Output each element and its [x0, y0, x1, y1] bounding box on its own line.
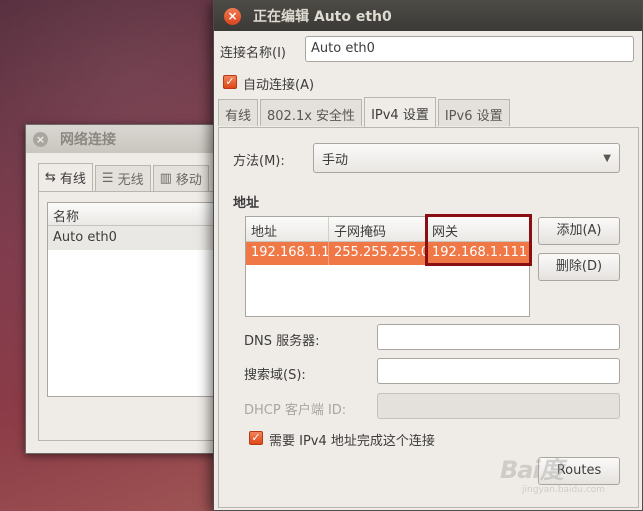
address-section-title: 地址 [233, 196, 260, 211]
tab-wired[interactable]: 有线 [218, 99, 259, 126]
conn-name-label: 连接名称(I) [220, 46, 286, 61]
netwin-panel: 名称 Auto eth0 [38, 191, 229, 441]
dns-label: DNS 服务器: [244, 334, 320, 349]
add-address-button[interactable]: 添加(A) [538, 217, 620, 245]
column-header-address[interactable]: 地址 [246, 217, 329, 241]
netwin-tab-label: 移动 [175, 173, 202, 188]
tab-ipv6-settings[interactable]: IPv6 设置 [437, 99, 510, 126]
auto-connect-checkbox[interactable]: ✓ [223, 75, 237, 89]
close-icon[interactable]: × [224, 7, 241, 25]
tab-8021x-security[interactable]: 802.1x 安全性 [260, 99, 363, 126]
method-select[interactable]: 手动 ▼ [313, 143, 620, 173]
netwin-tab-wired[interactable]: ⇆ 有线 [38, 163, 93, 191]
connection-list-header[interactable]: 名称 [48, 203, 227, 226]
netwin-tab-wireless[interactable]: ☰ 无线 [94, 165, 151, 191]
netwin-title: 网络连接 [60, 132, 116, 148]
signal-icon: ▥ [159, 171, 172, 186]
dhcp-client-id-label: DHCP 客户端 ID: [244, 403, 347, 418]
dhcp-client-id-input [377, 393, 620, 419]
netwin-tab-label: 有线 [59, 172, 86, 187]
netwin-tabs: ⇆ 有线 ☰ 无线 ▥ 移动 [38, 163, 229, 191]
netmask-cell[interactable]: 255.255.255.0 [329, 242, 427, 265]
connection-list: 名称 Auto eth0 [47, 202, 228, 397]
network-connections-window: × 网络连接 ⇆ 有线 ☰ 无线 ▥ 移动 名称 Auto eth0 [25, 124, 230, 454]
column-header-netmask[interactable]: 子网掩码 [329, 217, 427, 241]
watermark-subtext: jingyan.baidu.com [522, 485, 606, 495]
method-label: 方法(M): [233, 154, 285, 169]
netwin-close-icon[interactable]: × [33, 131, 48, 147]
netwin-tab-label: 无线 [117, 173, 144, 188]
require-ipv4-label: 需要 IPv4 地址完成这个连接 [269, 434, 435, 449]
gateway-highlight-box [425, 214, 532, 266]
search-domain-input[interactable] [377, 358, 620, 384]
require-ipv4-checkbox[interactable]: ✓ [249, 431, 263, 445]
watermark-text: Bai度 [500, 456, 564, 484]
dialog-tabs: 有线 802.1x 安全性 IPv4 设置 IPv6 设置 [218, 97, 512, 127]
dialog-title: 正在编辑 Auto eth0 [253, 9, 392, 25]
search-domain-label: 搜索域(S): [244, 368, 306, 383]
watermark-logo: Bai度 jingyan.baidu.com [500, 450, 640, 506]
chevron-down-icon: ▼ [603, 152, 611, 164]
wireless-icon: ☰ [101, 171, 114, 186]
auto-connect-label: 自动连接(A) [243, 78, 315, 93]
wired-icon: ⇆ [45, 170, 56, 185]
conn-name-field[interactable]: Auto eth0 [305, 36, 634, 62]
tab-ipv4-settings[interactable]: IPv4 设置 [364, 97, 436, 127]
netwin-tab-mobile[interactable]: ▥ 移动 [152, 165, 209, 191]
method-value: 手动 [322, 152, 349, 168]
dns-input[interactable] [377, 324, 620, 350]
delete-address-button[interactable]: 删除(D) [538, 253, 620, 281]
netwin-titlebar: × 网络连接 [26, 125, 229, 153]
list-item[interactable]: Auto eth0 [48, 226, 227, 250]
address-cell[interactable]: 192.168.1.1 [246, 242, 329, 265]
dialog-titlebar: × 正在编辑 Auto eth0 [214, 1, 642, 31]
